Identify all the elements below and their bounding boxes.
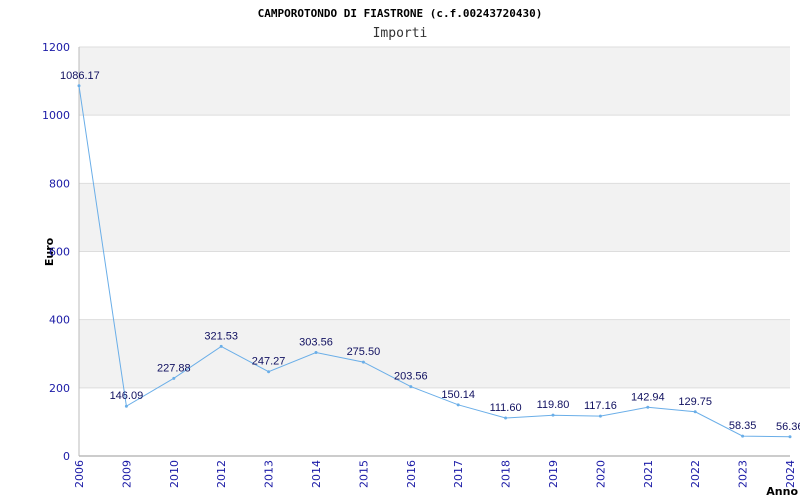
data-label: 203.56 [394, 371, 428, 383]
y-tick-label: 800 [49, 177, 70, 190]
x-tick-label: 2023 [737, 460, 750, 488]
data-label: 129.75 [678, 396, 712, 408]
data-label: 227.88 [157, 362, 191, 374]
x-tick-label: 2019 [547, 460, 560, 488]
data-label: 142.94 [631, 391, 665, 403]
data-label: 58.35 [729, 420, 757, 432]
data-point [693, 410, 697, 414]
data-point [551, 413, 555, 417]
data-label: 1086.17 [60, 70, 100, 82]
y-tick-label: 600 [49, 246, 70, 259]
y-tick-label: 1200 [42, 41, 70, 54]
grid-band [79, 47, 790, 116]
x-tick-label: 2013 [263, 460, 276, 488]
y-tick-label: 200 [49, 382, 70, 395]
data-point [314, 351, 318, 355]
grid-band [79, 251, 790, 320]
line-chart: CAMPOROTONDO DI FIASTRONE (c.f.002437204… [42, 7, 800, 498]
y-tick-label: 1000 [42, 109, 70, 122]
x-tick-label: 2010 [168, 460, 181, 488]
data-point [361, 360, 365, 364]
y-tick-label: 0 [63, 450, 70, 463]
data-point [646, 405, 650, 409]
x-tick-label: 2016 [405, 460, 418, 488]
data-point [788, 435, 792, 439]
x-tick-label: 2009 [120, 460, 133, 488]
data-point [456, 403, 460, 407]
y-tick-label: 400 [49, 314, 70, 327]
x-tick-label: 2014 [310, 460, 323, 488]
x-tick-label: 2020 [594, 460, 607, 488]
x-tick-label: 2022 [689, 460, 702, 488]
data-label: 119.80 [537, 399, 570, 411]
data-point [504, 416, 508, 420]
x-tick-label: 2021 [642, 460, 655, 488]
data-point [219, 344, 223, 348]
data-point [124, 404, 128, 408]
x-tick-label: 2017 [452, 460, 465, 488]
x-tick-label: 2012 [215, 460, 228, 488]
grid-band [79, 319, 790, 388]
data-point [409, 385, 413, 389]
data-label: 56.36 [776, 421, 800, 433]
chart-subtitle: Importi [373, 26, 428, 41]
data-point [598, 414, 602, 418]
grid-band [79, 183, 790, 252]
x-tick-labels: 2006 2009 2010 2012 2013 2014 2015 2016 2017 2018… [73, 460, 797, 488]
data-label: 247.27 [252, 356, 286, 368]
data-point [267, 370, 271, 374]
data-label: 321.53 [204, 330, 238, 342]
data-point [172, 376, 176, 380]
x-tick-label: 2024 [784, 460, 797, 488]
data-label: 146.09 [110, 390, 144, 402]
data-label: 150.14 [441, 389, 475, 401]
chart-title: CAMPOROTONDO DI FIASTRONE (c.f.002437204… [258, 7, 543, 20]
data-label: 111.60 [490, 402, 522, 414]
grid-band [79, 115, 790, 184]
data-label: 275.50 [347, 346, 381, 358]
data-point [741, 434, 745, 438]
x-tick-label: 2015 [357, 460, 370, 488]
data-label: 117.16 [584, 400, 617, 412]
data-label: 303.56 [299, 337, 333, 349]
data-point [77, 84, 81, 88]
x-tick-label: 2018 [500, 460, 513, 488]
x-tick-label: 2006 [73, 460, 86, 488]
